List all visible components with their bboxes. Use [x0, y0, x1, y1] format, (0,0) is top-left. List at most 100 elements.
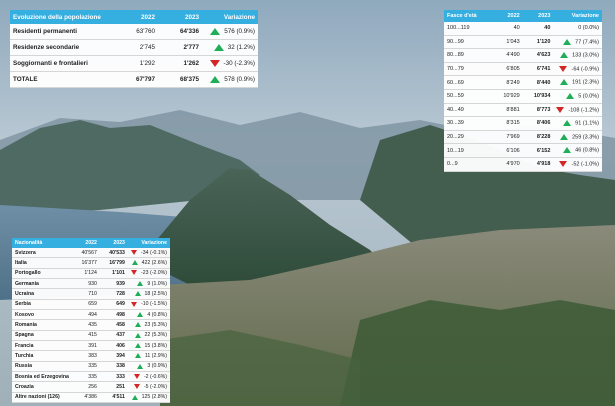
variation-value: 32 (1.2%) — [227, 44, 255, 52]
value-2023: 8'406 — [522, 116, 554, 131]
variation-value: 77 (7.4%) — [575, 39, 599, 46]
variation-value: 46 (0.8%) — [575, 147, 599, 154]
row-label: 10...19 — [444, 143, 493, 158]
value-2023: 1'101 — [99, 268, 128, 280]
value-2023: 8'228 — [522, 130, 554, 145]
arrow-up-icon — [210, 75, 221, 83]
variation-cell: 18 (2.5%) — [127, 288, 170, 300]
variation-cell: -2 (-0.6%) — [127, 371, 170, 383]
row-label: Russia — [12, 361, 72, 373]
table-row: Turchia 383 394 11 (2.9%) — [12, 350, 170, 362]
variation-cell: 46 (0.8%) — [553, 143, 602, 158]
table-row: Romania 435 458 23 (5.3%) — [12, 319, 170, 331]
variation-cell: 191 (2.3%) — [553, 75, 602, 90]
variation-value: 422 (2.6%) — [141, 260, 167, 267]
arrow-down-icon — [131, 301, 138, 307]
table-row: Residenti permanenti 63'760 64'336 576 (0.9… — [10, 24, 258, 40]
table-row: Bosnia ed Erzegovina 335 333 -2 (-0.6%) — [12, 371, 170, 383]
table-row: Italia 16'377 16'799 422 (2.6%) — [12, 257, 170, 269]
value-2023: 437 — [99, 330, 128, 342]
arrow-up-icon — [560, 79, 569, 86]
table-row: Francia 391 406 15 (3.8%) — [12, 340, 170, 352]
value-2022: 335 — [71, 371, 100, 383]
table-header-row: Nazionalità 2022 2023 Variazione — [12, 238, 170, 248]
value-2022: 16'377 — [71, 257, 100, 269]
value-2022: 6'106 — [492, 143, 523, 158]
table-row: 10...19 6'106 6'152 46 (0.8%) — [444, 143, 602, 158]
variation-value: 15 (3.8%) — [144, 342, 168, 349]
variation-value: 576 (0.9%) — [224, 28, 255, 36]
arrow-down-icon — [133, 384, 140, 390]
value-2022: 335 — [71, 361, 100, 373]
variation-value: 11 (2.9%) — [144, 353, 167, 360]
variation-cell: 15 (3.8%) — [127, 340, 170, 352]
variation-cell: 125 (2.8%) — [127, 392, 170, 404]
table-row: Altre nazioni (126) 4'386 4'511 125 (2.8%) — [12, 392, 170, 404]
arrow-up-icon — [131, 260, 138, 266]
value-2022: 63'760 — [114, 24, 158, 40]
value-2023: 2'777 — [158, 39, 202, 56]
variation-cell: 4 (0.8%) — [127, 309, 170, 321]
value-2022: 10'929 — [492, 89, 523, 104]
variation-value: 23 (5.3%) — [144, 322, 168, 329]
variation-value: -23 (-2.0%) — [141, 270, 167, 277]
table-row: Svizzera 40'567 40'533 -34 (-0.1%) — [12, 248, 170, 259]
variation-cell: 91 (1.1%) — [553, 116, 602, 131]
table-row: Spagna 415 437 22 (5.3%) — [12, 330, 170, 342]
table-row: Residenze secondarie 2'745 2'777 32 (1.2%) — [10, 39, 258, 56]
arrow-up-icon — [134, 332, 141, 338]
row-label: Italia — [12, 257, 72, 269]
variation-cell: 0 (0.0%) — [553, 22, 602, 36]
value-2023: 728 — [99, 288, 128, 300]
table-row: 40...49 8'881 8'773 -108 (-1.2%) — [444, 103, 602, 118]
variation-cell: 77 (7.4%) — [553, 35, 602, 50]
population-table: Evoluzione della popolazione 2022 2023 V… — [10, 10, 258, 88]
variation-value: 578 (0.9%) — [224, 76, 255, 84]
value-2023: 8'440 — [522, 75, 554, 90]
variation-cell: 576 (0.9%) — [202, 24, 258, 40]
variation-value: 3 (0.9%) — [147, 363, 167, 370]
row-label: Bosnia ed Erzegovina — [12, 371, 72, 383]
variation-value: 4 (0.8%) — [147, 311, 167, 318]
table-row: Kosovo 494 498 4 (0.8%) — [12, 309, 170, 321]
row-label: Altre nazioni (126) — [12, 392, 72, 404]
value-2022: 391 — [71, 340, 100, 352]
row-label: Ucraina — [12, 288, 72, 300]
col-header-variation: Variazione — [202, 10, 258, 24]
value-2022: 435 — [71, 319, 100, 331]
nationality-table-body: Svizzera 40'567 40'533 -34 (-0.1%) Italia 16'… — [12, 248, 170, 404]
row-label: Serbia — [12, 299, 72, 311]
row-label: Svizzera — [12, 248, 72, 259]
variation-value: 22 (5.3%) — [144, 332, 168, 339]
variation-cell: -30 (-2.3%) — [202, 55, 258, 72]
value-2023: 6'741 — [522, 62, 554, 77]
value-2023: 16'799 — [99, 257, 128, 269]
variation-value: -30 (-2.3%) — [223, 60, 256, 68]
table-row: 100...119 40 40 0 (0.0%) — [444, 22, 602, 36]
arrow-up-icon — [134, 342, 141, 348]
row-label: Spagna — [12, 330, 72, 342]
row-label: Croazia — [12, 381, 72, 393]
value-2023: 4'511 — [99, 392, 128, 404]
table-header-row: Evoluzione della popolazione 2022 2023 V… — [10, 10, 258, 24]
variation-value: 91 (1.1%) — [575, 120, 599, 127]
row-label: Kosovo — [12, 309, 72, 321]
value-2023: 4'623 — [522, 48, 554, 63]
variation-cell: 9 (1.0%) — [127, 278, 170, 290]
variation-cell: -34 (-0.1%) — [127, 248, 170, 259]
arrow-up-icon — [563, 120, 572, 127]
variation-value: 133 (3.0%) — [572, 52, 599, 59]
row-label: Turchia — [12, 350, 72, 362]
arrow-up-icon — [563, 38, 572, 45]
col-header-2022: 2022 — [492, 10, 523, 22]
value-2022: 1'292 — [114, 55, 158, 72]
value-2023: 649 — [99, 299, 128, 311]
variation-cell: -23 (-2.0%) — [127, 268, 170, 280]
value-2022: 8'249 — [492, 75, 523, 90]
age-table: Fasce d'età 2022 2023 Variazione 100...1… — [444, 10, 602, 172]
value-2023: 394 — [99, 350, 128, 362]
value-2022: 4'386 — [71, 392, 100, 404]
arrow-down-icon — [559, 65, 568, 72]
table-row: TOTALE 67'797 68'375 578 (0.9%) — [10, 71, 258, 88]
arrow-up-icon — [213, 43, 224, 51]
